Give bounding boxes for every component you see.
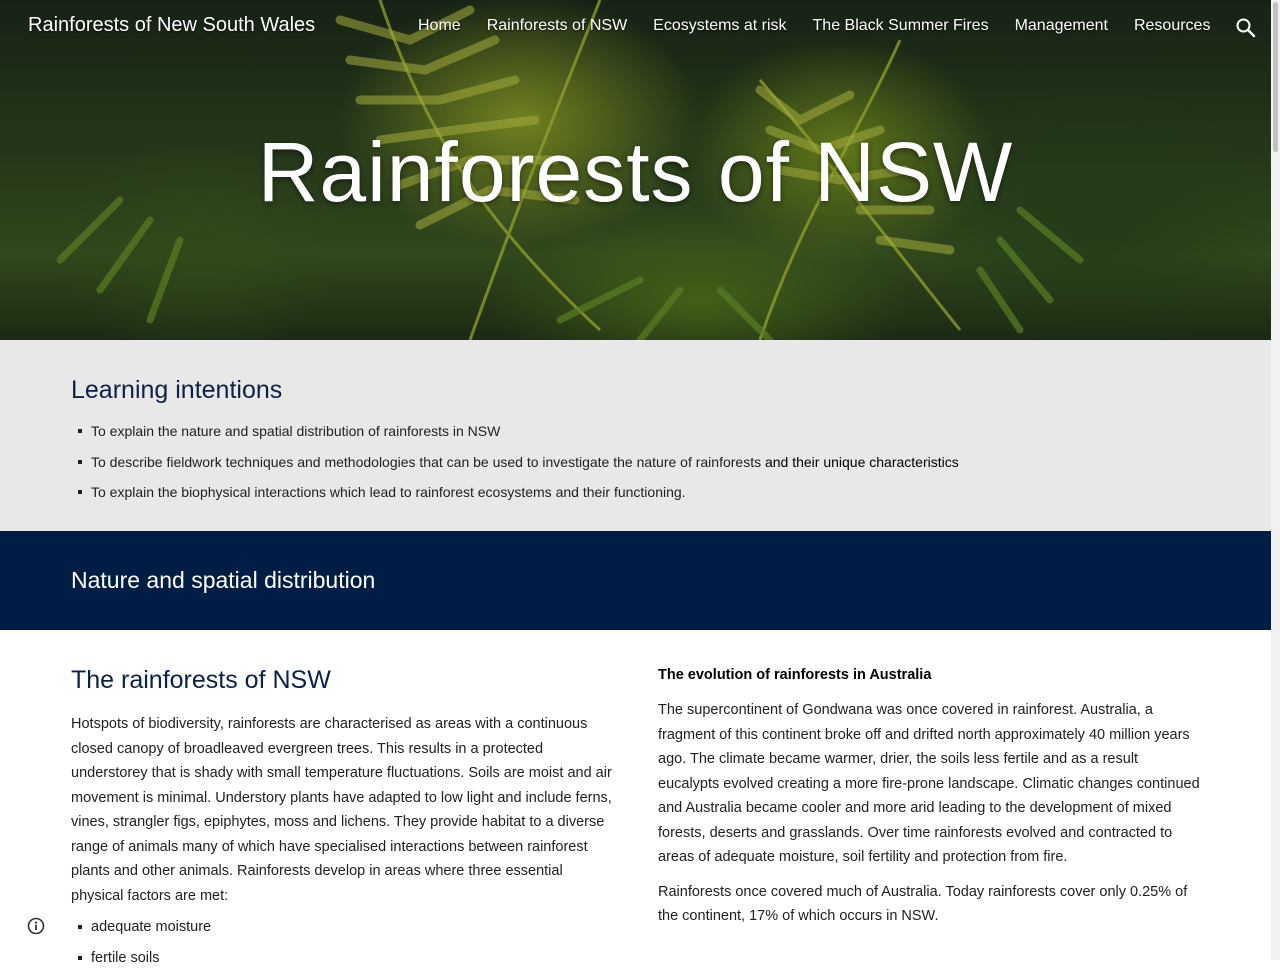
main-nav: Home Rainforests of NSW Ecosystems at ri… — [418, 17, 1210, 35]
info-icon — [26, 916, 46, 936]
rainforests-heading: The rainforests of NSW — [71, 664, 616, 696]
learning-intentions-list: To explain the nature and spatial distri… — [71, 416, 959, 508]
learning-intentions-heading: Learning intentions — [71, 376, 282, 405]
left-column: The rainforests of NSW Hotspots of biodi… — [71, 664, 616, 973]
page-scrollbar-thumb[interactable] — [1273, 2, 1278, 152]
list-item: To describe fieldwork techniques and met… — [71, 447, 959, 478]
search-button[interactable] — [1234, 16, 1258, 40]
search-icon — [1234, 16, 1258, 40]
hero-banner: Rainforests of New South Wales Home Rain… — [0, 0, 1271, 340]
list-item: To explain the biophysical interactions … — [71, 477, 959, 508]
section-heading: Nature and spatial distribution — [71, 567, 375, 594]
nav-resources[interactable]: Resources — [1134, 17, 1210, 35]
physical-factors-list: adequate moisture fertile soils — [71, 912, 616, 973]
list-item: adequate moisture — [71, 912, 616, 943]
nav-black-summer-fires[interactable]: The Black Summer Fires — [813, 17, 989, 35]
learning-intentions-section: Learning intentions To explain the natur… — [0, 340, 1271, 531]
nav-rainforests-of-nsw[interactable]: Rainforests of NSW — [487, 17, 627, 35]
site-title[interactable]: Rainforests of New South Wales — [28, 14, 315, 37]
site-info-button[interactable] — [26, 916, 46, 936]
coverage-paragraph: Rainforests once covered much of Austral… — [658, 880, 1203, 929]
evolution-paragraph: The supercontinent of Gondwana was once … — [658, 698, 1203, 870]
page-title: Rainforests of NSW — [0, 124, 1271, 221]
nav-home[interactable]: Home — [418, 17, 461, 35]
evolution-heading: The evolution of rainforests in Australi… — [658, 664, 1203, 686]
right-column: The evolution of rainforests in Australi… — [658, 664, 1203, 929]
list-item: fertile soils — [71, 943, 616, 973]
nav-management[interactable]: Management — [1015, 17, 1108, 35]
nav-ecosystems-at-risk[interactable]: Ecosystems at risk — [653, 17, 786, 35]
rainforests-paragraph: Hotspots of biodiversity, rainforests ar… — [71, 712, 616, 908]
section-banner: Nature and spatial distribution — [0, 531, 1271, 630]
list-item: To explain the nature and spatial distri… — [71, 416, 959, 447]
